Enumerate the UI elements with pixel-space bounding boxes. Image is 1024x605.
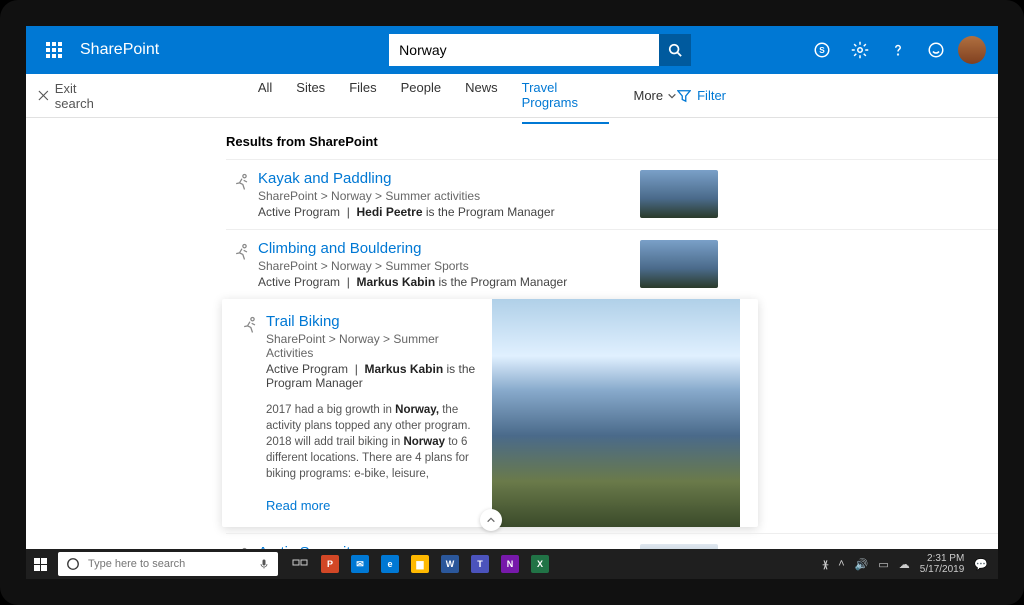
search-subheader: Exit search All Sites Files People News …	[26, 74, 998, 118]
tab-sites[interactable]: Sites	[296, 68, 325, 124]
result-thumbnail	[640, 240, 718, 288]
task-view-icon[interactable]	[286, 549, 314, 579]
tray-chevron-icon[interactable]: ˄	[838, 558, 844, 570]
tab-people[interactable]: People	[401, 68, 441, 124]
windows-taskbar: P ✉ e ▆ W T N X ᚕ ˄ 🔊 ▭ ☁ 2:31 PM 5/17/2…	[26, 549, 998, 579]
result-meta: Active Program | Markus Kabin is the Pro…	[258, 579, 620, 593]
result-path: SharePoint > Norway > Summer Activities	[266, 332, 476, 360]
close-icon	[38, 90, 49, 101]
result-thumbnail	[640, 170, 718, 218]
tab-more[interactable]: More	[633, 68, 677, 124]
brand-label: SharePoint	[80, 41, 159, 59]
result-title[interactable]: Climbing and Bouldering	[258, 240, 620, 257]
settings-icon[interactable]	[844, 34, 876, 66]
taskbar-app-word[interactable]: W	[436, 549, 464, 579]
search-icon	[668, 43, 682, 57]
activity-icon	[240, 315, 260, 513]
taskbar-app-mail[interactable]: ✉	[346, 549, 374, 579]
chevron-down-icon	[667, 91, 677, 101]
result-title[interactable]: Trail Biking	[266, 313, 476, 330]
taskbar-app-powerpoint[interactable]: P	[316, 549, 344, 579]
collapse-button[interactable]	[480, 509, 502, 531]
user-avatar[interactable]	[958, 36, 986, 64]
taskbar-app-onenote[interactable]: N	[496, 549, 524, 579]
taskbar-app-edge[interactable]: e	[376, 549, 404, 579]
app-launcher-icon[interactable]	[34, 26, 74, 74]
result-meta: Active Program | Markus Kabin is the Pro…	[258, 275, 620, 289]
chevron-up-icon	[486, 515, 496, 525]
help-icon[interactable]	[882, 34, 914, 66]
taskbar-clock[interactable]: 2:31 PM 5/17/2019	[920, 553, 965, 575]
result-meta: Active Program | Hedi Peetre is the Prog…	[258, 205, 620, 219]
tray-battery-icon[interactable]: ▭	[878, 558, 888, 571]
read-more-link[interactable]: Read more	[266, 498, 476, 513]
search-button[interactable]	[659, 34, 691, 66]
result-description: 2017 had a big growth in Norway, the act…	[266, 402, 476, 482]
result-item: Climbing and Bouldering SharePoint > Nor…	[226, 229, 998, 299]
taskbar-app-explorer[interactable]: ▆	[406, 549, 434, 579]
tray-volume-icon[interactable]: 🔊	[855, 558, 869, 571]
start-button[interactable]	[26, 549, 54, 579]
tab-all[interactable]: All	[258, 68, 272, 124]
search-input[interactable]	[389, 34, 659, 66]
feedback-icon[interactable]	[920, 34, 952, 66]
exit-search-label: Exit search	[55, 81, 118, 111]
taskbar-search-input[interactable]	[88, 558, 250, 570]
activity-icon	[232, 242, 252, 289]
svg-text:S: S	[819, 46, 825, 55]
result-card-expanded: Trail Biking SharePoint > Norway > Summe…	[222, 299, 758, 527]
result-item: Kayak and Paddling SharePoint > Norway >…	[226, 159, 998, 229]
filter-icon	[677, 89, 691, 103]
skype-icon[interactable]: S	[806, 34, 838, 66]
cortana-icon	[66, 557, 80, 571]
tray-notifications-icon[interactable]: 💬	[974, 558, 988, 571]
taskbar-search[interactable]	[58, 552, 278, 576]
result-meta: Active Program | Markus Kabin is the Pro…	[266, 362, 476, 390]
result-path: SharePoint > Norway > Summer Sports	[258, 259, 620, 273]
taskbar-app-teams[interactable]: T	[466, 549, 494, 579]
result-path: SharePoint > Norway > Summer activities	[258, 189, 620, 203]
result-hero-image	[492, 299, 740, 527]
result-title[interactable]: Kayak and Paddling	[258, 170, 620, 187]
tray-people-icon[interactable]: ᚕ	[823, 558, 828, 571]
tray-onedrive-icon[interactable]: ☁	[899, 558, 910, 571]
filter-button[interactable]: Filter	[677, 88, 726, 103]
results-header: Results from SharePoint	[226, 134, 998, 149]
tab-travel-programs[interactable]: Travel Programs	[522, 68, 610, 124]
exit-search-button[interactable]: Exit search	[38, 81, 118, 111]
tab-news[interactable]: News	[465, 68, 498, 124]
tab-files[interactable]: Files	[349, 68, 376, 124]
taskbar-app-excel[interactable]: X	[526, 549, 554, 579]
activity-icon	[232, 172, 252, 219]
mic-icon[interactable]	[258, 558, 270, 570]
